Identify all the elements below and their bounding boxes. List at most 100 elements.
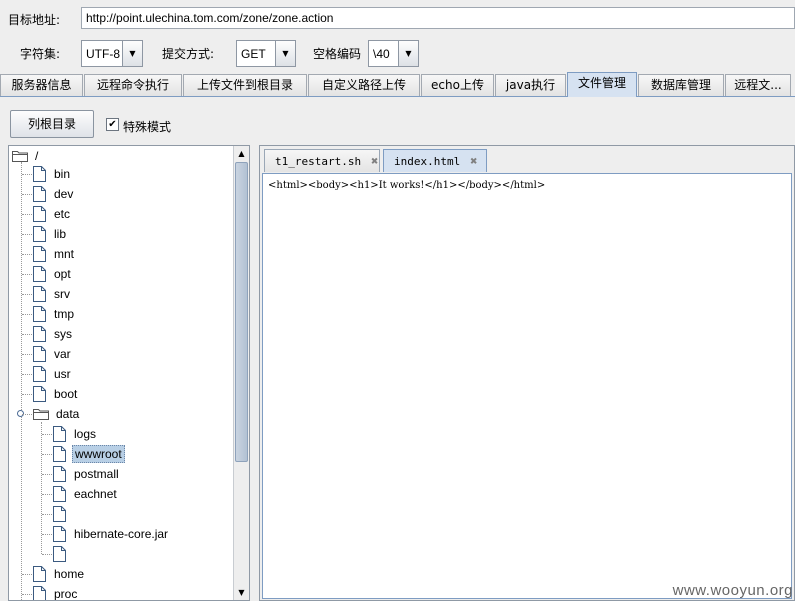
tab-upload-root[interactable]: 上传文件到根目录 [183,74,307,96]
chevron-down-icon[interactable]: ▼ [398,41,418,66]
tree-item-wwwroot[interactable]: wwwroot [53,444,125,464]
tree-item-boot[interactable]: boot [33,384,79,404]
tree-item-eachnet[interactable]: eachnet [53,484,119,504]
file-icon [33,166,46,182]
watermark: www.wooyun.org [672,582,793,599]
file-icon [33,286,46,302]
charset-select[interactable]: UTF-8 ▼ [81,40,143,67]
file-icon [53,466,66,482]
tree-item-sys[interactable]: sys [33,324,74,344]
space-encoding-label: 空格编码 [313,47,362,61]
tree-item-data[interactable]: data [33,404,81,424]
editor-tab-index-html[interactable]: index.html ✖ [383,149,487,172]
charset-value: UTF-8 [86,46,120,61]
file-icon [53,506,66,522]
file-tree[interactable]: / bin dev etc lib mnt opt srv tmp sys var usr boot d… [8,145,250,601]
editor-tab-t1-restart[interactable]: t1_restart.sh ✖ [264,149,380,172]
tree-item-var[interactable]: var [33,344,73,364]
special-mode-label: 特殊模式 [123,120,172,134]
file-icon [53,546,66,562]
file-icon [53,486,66,502]
tree-item-label: mnt [54,247,75,261]
tree-item-home[interactable]: home [33,564,86,584]
tree-item-srv[interactable]: srv [33,284,72,304]
file-icon [33,206,46,222]
file-icon [33,226,46,242]
scroll-down-icon[interactable]: ▼ [234,585,249,600]
space-encoding-select[interactable]: \40 ▼ [368,40,419,67]
tree-item-label: lib [54,227,67,241]
tree-item-blank-4[interactable] [53,504,76,524]
tree-item-label: boot [54,387,78,401]
tree-item-blank-6[interactable] [53,544,76,564]
file-icon [33,186,46,202]
file-icon [33,326,46,342]
list-root-button[interactable]: 列根目录 [10,110,94,138]
tree-root[interactable]: / [12,146,40,166]
tree-item-dev[interactable]: dev [33,184,75,204]
tree-item-etc[interactable]: etc [33,204,72,224]
tree-item-label: home [54,567,85,581]
tree-item-label: proc [54,587,78,601]
tree-item-label: postmall [74,467,119,481]
target-label: 目标地址: [8,13,61,27]
folder-icon [12,151,28,162]
tab-remote-file[interactable]: 远程文... [725,74,791,96]
tree-item-label: srv [54,287,70,301]
charset-label: 字符集: [20,47,61,61]
tree-scrollbar[interactable]: ▲ ▼ [233,146,249,600]
editor-tab-label: t1_restart.sh [275,154,362,168]
file-icon [53,426,66,442]
file-icon [53,446,66,462]
main-tabs: 服务器信息 远程命令执行 上传文件到根目录 自定义路径上传 echo上传 jav… [0,72,795,97]
editor-textarea[interactable]: <html><body><h1>It works!</h1></body></h… [262,173,792,599]
tab-echo-upload[interactable]: echo上传 [421,74,494,96]
file-icon [33,386,46,402]
method-value: GET [241,46,266,61]
tree-root-label: / [35,149,39,163]
folder-icon [33,408,49,420]
tree-item-label: usr [54,367,71,381]
file-icon [53,526,66,542]
target-url-input[interactable]: http://point.ulechina.tom.com/zone/zone.… [81,7,795,29]
tree-item-label: wwwroot [72,445,125,463]
tree-item-postmall[interactable]: postmall [53,464,121,484]
tab-divider [0,96,795,97]
file-icon [33,346,46,362]
tab-java-exec[interactable]: java执行 [495,74,566,96]
tree-item-label: tmp [54,307,75,321]
file-icon [33,366,46,382]
method-select[interactable]: GET ▼ [236,40,296,67]
editor-panel: t1_restart.sh ✖ index.html ✖ <html><body… [259,145,795,601]
tree-item-logs[interactable]: logs [53,424,98,444]
close-icon[interactable]: ✖ [470,154,477,168]
tree-item-lib[interactable]: lib [33,224,68,244]
close-icon[interactable]: ✖ [371,154,378,168]
scroll-up-icon[interactable]: ▲ [234,146,249,161]
method-label: 提交方式: [162,47,215,61]
file-icon [33,586,46,600]
tree-item-opt[interactable]: opt [33,264,73,284]
tab-remote-command[interactable]: 远程命令执行 [84,74,182,96]
tree-item-label: etc [54,207,71,221]
chevron-down-icon[interactable]: ▼ [122,41,142,66]
tree-item-bin[interactable]: bin [33,164,72,184]
tree-item-label: data [56,407,80,421]
tree-item-label: eachnet [74,487,117,501]
file-icon [33,246,46,262]
tree-item-mnt[interactable]: mnt [33,244,76,264]
tree-item-usr[interactable]: usr [33,364,73,384]
chevron-down-icon[interactable]: ▼ [275,41,295,66]
tree-item-tmp[interactable]: tmp [33,304,76,324]
tree-item-hibernate-core.jar[interactable]: hibernate-core.jar [53,524,170,544]
tree-item-label: dev [54,187,74,201]
file-icon [33,306,46,322]
tree-item-proc[interactable]: proc [33,584,79,601]
scroll-thumb[interactable] [235,162,248,462]
tab-server-info[interactable]: 服务器信息 [0,74,83,96]
tab-custom-upload[interactable]: 自定义路径上传 [308,74,420,96]
special-mode-checkbox[interactable]: ✔ [106,118,119,131]
tab-file-manager[interactable]: 文件管理 [567,72,637,97]
tab-database-manager[interactable]: 数据库管理 [638,74,724,96]
file-icon [33,566,46,582]
